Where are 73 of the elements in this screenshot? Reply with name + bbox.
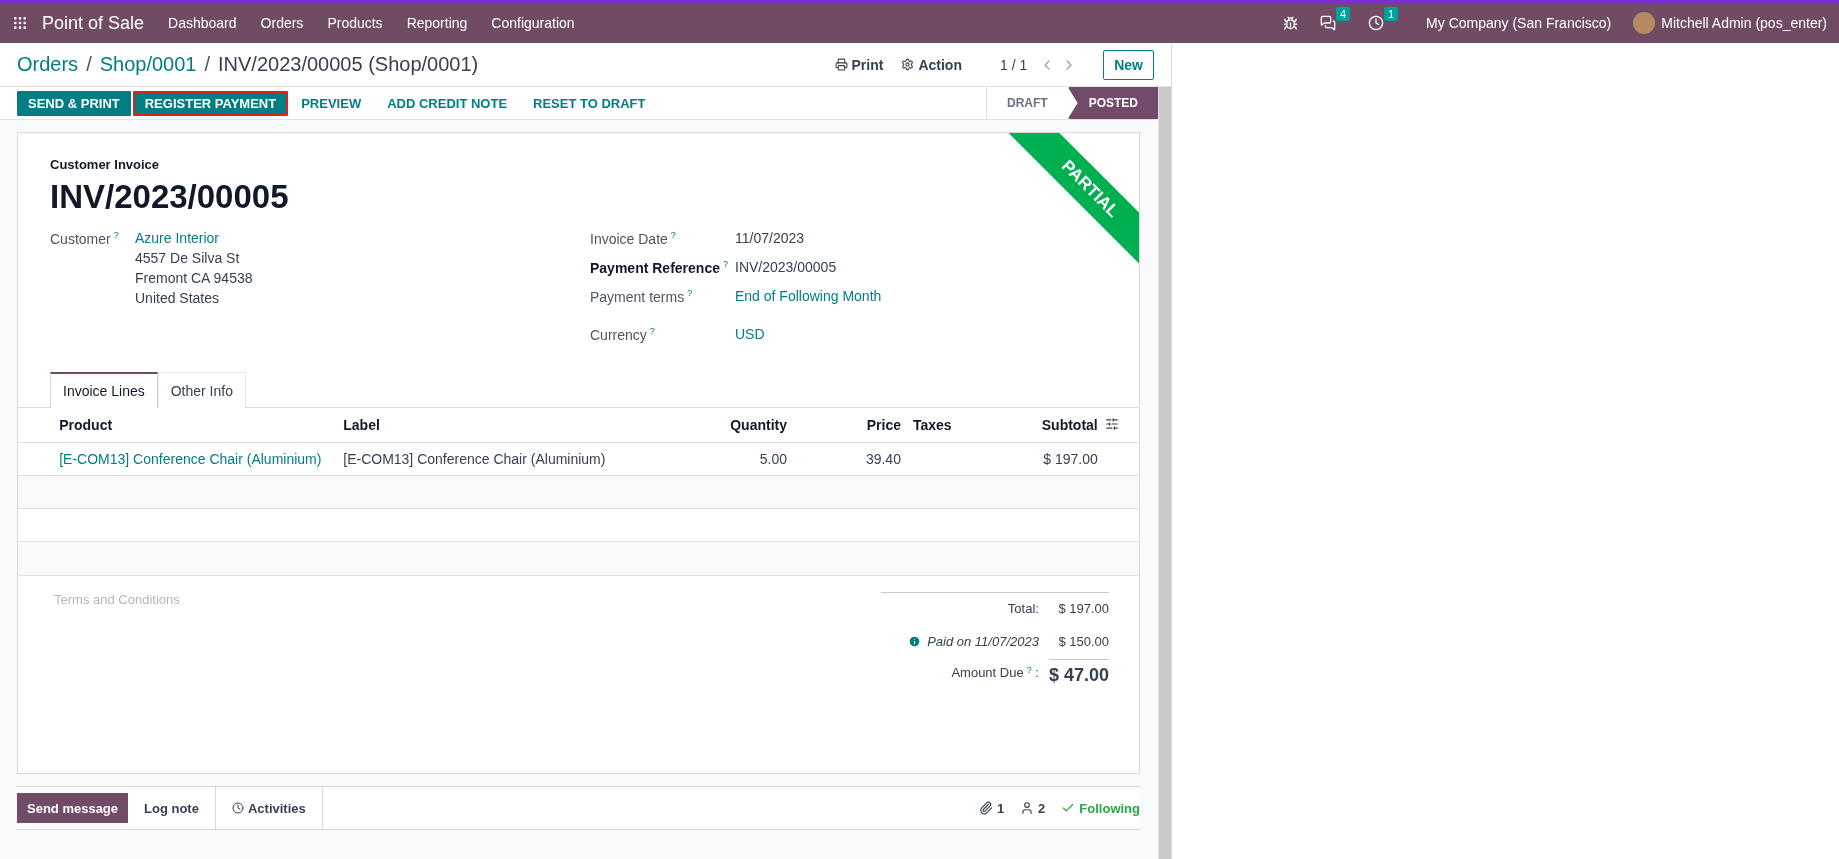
user-name[interactable]: Mitchell Admin (pos_enter) [1661, 15, 1827, 31]
attachments-button[interactable]: 1 [978, 800, 1005, 816]
column-header[interactable]: Price [793, 408, 907, 443]
company-name[interactable]: My Company (San Francisco) [1426, 15, 1612, 31]
table-cell: 5.00 [668, 442, 793, 476]
app-name[interactable]: Point of Sale [42, 12, 145, 34]
field-link[interactable]: End of Following Month [735, 288, 882, 304]
action-bar-button[interactable]: PREVIEW [290, 90, 373, 116]
action-bar-button[interactable]: ADD CREDIT NOTE [376, 90, 519, 116]
menu-item[interactable]: Orders [260, 15, 304, 31]
column-header[interactable]: Quantity [668, 408, 793, 443]
action-bar-button[interactable]: SEND & PRINT [17, 90, 131, 116]
field-label: Payment terms $^{?}$ [590, 288, 694, 305]
breadcrumb-link[interactable]: Shop/0001 [99, 53, 197, 76]
paperclip-icon [978, 801, 993, 815]
action-bar-button[interactable]: RESET TO DRAFT [522, 90, 657, 116]
pager-value: 1 / 1 [999, 56, 1028, 73]
message-count: 4 [1335, 7, 1351, 21]
column-header[interactable]: Label [337, 408, 669, 443]
menu-item[interactable]: Dashboard [168, 15, 237, 31]
status-step[interactable]: POSTED [1067, 87, 1158, 119]
print-button[interactable]: Print [828, 52, 890, 77]
customer-link[interactable]: Azure Interior [135, 230, 253, 246]
printer-icon [834, 58, 848, 71]
total-amount: $ 197.00 [1057, 600, 1109, 616]
field-label: Currency $^{?}$ [590, 326, 656, 343]
record-title: INV/2023/00005 (Shop/0001) [218, 53, 479, 76]
info-icon[interactable] [908, 634, 922, 648]
breadcrumb-link[interactable]: Orders [17, 53, 79, 76]
column-header[interactable]: Subtotal [979, 408, 1104, 443]
bug-icon[interactable] [1283, 15, 1299, 31]
clock-icon[interactable] [1368, 15, 1385, 31]
field-label: Invoice Date $^{?}$ [590, 230, 677, 247]
gear-icon [901, 58, 915, 71]
payment-amount: $ 150.00 [1057, 633, 1109, 649]
menu-item[interactable]: Configuration [491, 15, 575, 31]
address-line: United States [135, 290, 221, 306]
form-tab[interactable]: Invoice Lines [50, 372, 158, 408]
column-settings-icon[interactable] [1104, 416, 1119, 431]
menu-item[interactable]: Products [327, 15, 383, 31]
field-label: Payment Reference $^{?}$ [590, 259, 729, 276]
action-button[interactable]: Action [895, 52, 968, 77]
product-link[interactable]: [E-COM13] Conference Chair (Aluminium) [53, 442, 338, 476]
column-header[interactable]: Product [53, 408, 338, 443]
table-cell: [E-COM13] Conference Chair (Aluminium) [337, 442, 669, 476]
chat-icon[interactable] [1320, 15, 1337, 31]
action-bar-button[interactable]: REGISTER PAYMENT [132, 90, 289, 116]
table-cell: 39.40 [793, 442, 907, 476]
field-link[interactable]: USD [735, 326, 765, 342]
total-label: Total: [1006, 600, 1039, 616]
clock-icon [231, 802, 244, 814]
followers-button[interactable]: 2 [1020, 800, 1046, 816]
address-line: Fremont CA 94538 [135, 270, 253, 286]
send-message-button[interactable]: Send message [17, 793, 129, 823]
address-line: 4557 De Silva St [135, 250, 241, 266]
field-value: INV/2023/00005 [735, 259, 837, 275]
new-button[interactable]: New [1103, 49, 1154, 80]
scrollbar[interactable] [1158, 87, 1171, 859]
apps-menu-icon[interactable] [12, 15, 28, 31]
check-icon [1061, 801, 1076, 815]
field-label: Customer $^{?}$ [50, 230, 120, 247]
breadcrumb-separator: / [86, 53, 92, 76]
activity-count: 1 [1383, 7, 1399, 21]
menu-item[interactable]: Reporting [406, 15, 468, 31]
amount-due-label: Amount Due $^{?}$ : [950, 663, 1039, 682]
breadcrumb-separator: / [204, 53, 210, 76]
user-icon [1020, 801, 1035, 815]
field-value: 11/07/2023 [735, 230, 805, 246]
form-tab[interactable]: Other Info [157, 372, 246, 408]
payment-label: Paid on 11/07/2023 [927, 633, 1039, 649]
amount-due: $ 47.00 [1048, 658, 1109, 686]
column-header[interactable]: Taxes [906, 408, 980, 443]
table-cell: $ 197.00 [979, 442, 1104, 476]
